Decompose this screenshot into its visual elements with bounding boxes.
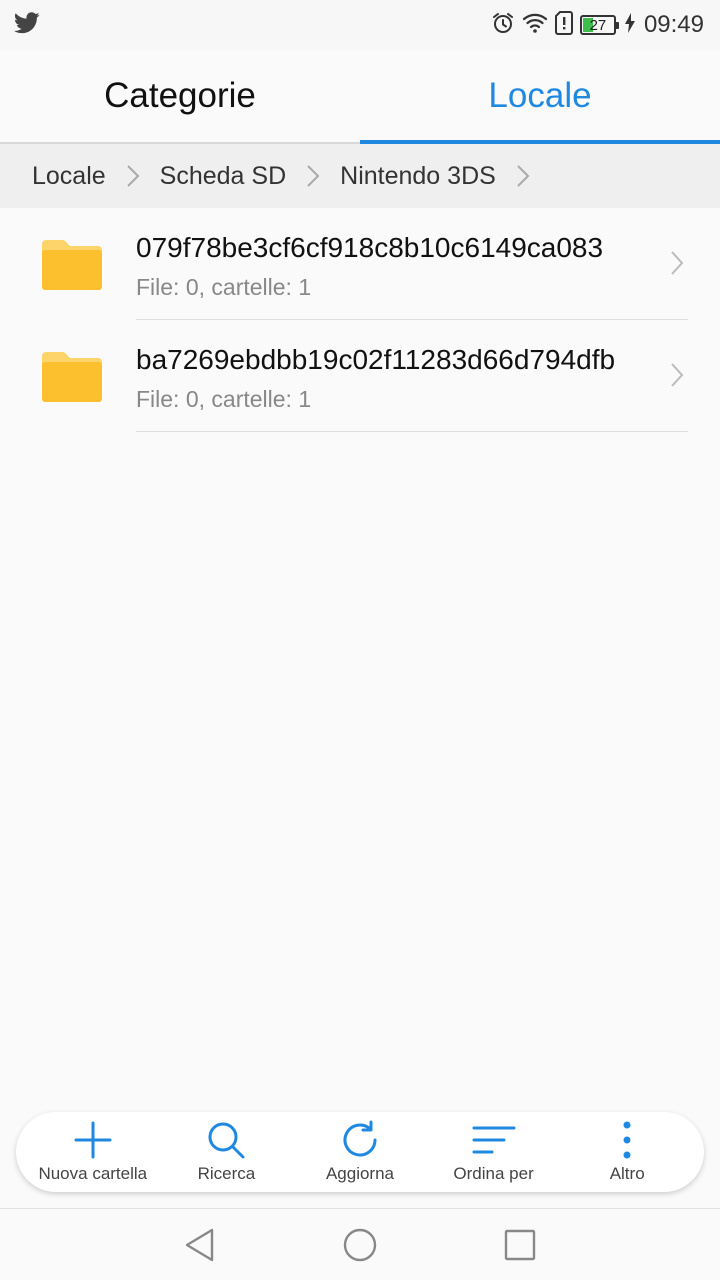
breadcrumb: Locale Scheda SD Nintendo 3DS <box>0 144 720 208</box>
refresh-button[interactable]: Aggiorna <box>295 1112 425 1192</box>
more-button[interactable]: Altro <box>562 1112 692 1192</box>
wifi-icon <box>522 12 548 39</box>
search-button[interactable]: Ricerca <box>161 1112 291 1192</box>
search-icon <box>206 1120 246 1160</box>
divider <box>136 431 688 432</box>
tab-bar: Categorie Locale <box>0 50 720 144</box>
sort-label: Ordina per <box>453 1164 534 1183</box>
navigation-bar <box>0 1208 720 1280</box>
search-label: Ricerca <box>197 1164 256 1183</box>
recents-icon[interactable] <box>502 1227 538 1268</box>
chevron-right-icon <box>126 164 140 188</box>
back-icon[interactable] <box>182 1227 218 1268</box>
more-vertical-icon <box>621 1120 633 1160</box>
sort-icon <box>472 1120 516 1160</box>
breadcrumb-item-scheda-sd[interactable]: Scheda SD <box>160 162 286 191</box>
sort-button[interactable]: Ordina per <box>429 1112 559 1192</box>
folder-icon <box>40 350 104 409</box>
list-item[interactable]: ba7269ebdbb19c02f11283d66d794dfb File: 0… <box>0 320 720 432</box>
file-list: 079f78be3cf6cf918c8b10c6149ca083 File: 0… <box>0 208 720 432</box>
status-bar: 27 09:49 <box>0 0 720 50</box>
folder-icon <box>40 238 104 297</box>
more-label: Altro <box>609 1164 645 1183</box>
battery-icon: 27 <box>579 15 619 35</box>
file-name: ba7269ebdbb19c02f11283d66d794dfb <box>136 344 616 375</box>
breadcrumb-item-locale[interactable]: Locale <box>32 162 106 191</box>
refresh-icon <box>339 1120 381 1160</box>
file-name: 079f78be3cf6cf918c8b10c6149ca083 <box>136 232 604 263</box>
chevron-right-icon <box>670 250 684 281</box>
chevron-right-icon <box>670 362 684 393</box>
tab-locale[interactable]: Locale <box>360 50 720 142</box>
status-time: 09:49 <box>643 11 704 38</box>
chevron-right-icon <box>306 164 320 188</box>
tab-categorie[interactable]: Categorie <box>0 50 360 142</box>
twitter-bird-icon <box>13 12 40 39</box>
bottom-toolbar: Nuova cartella Ricerca Aggiorna Ordina p… <box>16 1112 704 1192</box>
battery-level: 27 <box>589 16 607 34</box>
new-folder-label: Nuova cartella <box>38 1164 148 1183</box>
charging-icon <box>624 12 635 38</box>
alarm-icon <box>491 11 515 40</box>
list-item[interactable]: 079f78be3cf6cf918c8b10c6149ca083 File: 0… <box>0 208 720 320</box>
home-icon[interactable] <box>342 1227 378 1268</box>
refresh-label: Aggiorna <box>325 1164 395 1183</box>
plus-icon <box>73 1120 113 1160</box>
file-meta: File: 0, cartelle: 1 <box>136 274 312 300</box>
breadcrumb-item-nintendo-3ds[interactable]: Nintendo 3DS <box>340 162 496 191</box>
new-folder-button[interactable]: Nuova cartella <box>28 1112 158 1192</box>
sim-alert-icon <box>554 10 573 40</box>
file-meta: File: 0, cartelle: 1 <box>136 386 312 412</box>
chevron-right-icon <box>516 164 530 188</box>
